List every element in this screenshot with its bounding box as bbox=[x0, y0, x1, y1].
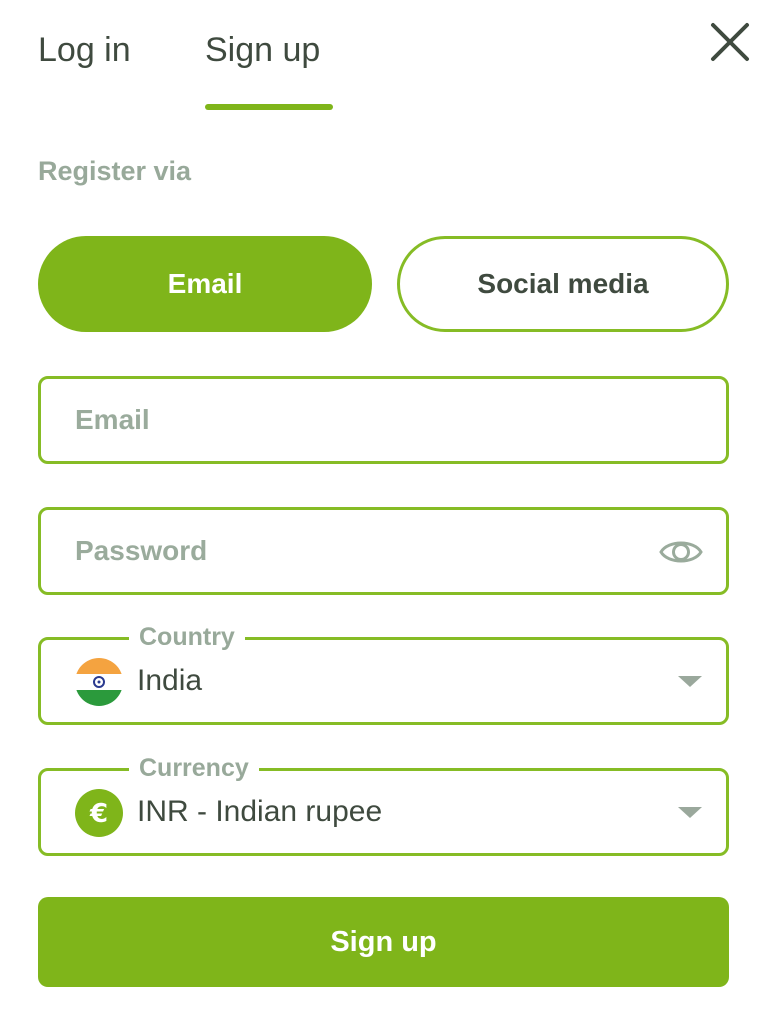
password-field-container bbox=[38, 507, 729, 595]
india-flag-icon bbox=[75, 658, 123, 706]
social-media-method-button[interactable]: Social media bbox=[397, 236, 729, 332]
svg-text:€: € bbox=[89, 799, 108, 829]
password-input[interactable] bbox=[75, 510, 646, 592]
chevron-down-icon bbox=[678, 807, 702, 818]
active-tab-indicator bbox=[205, 104, 333, 110]
email-method-button[interactable]: Email bbox=[38, 236, 372, 332]
email-input[interactable] bbox=[75, 379, 646, 461]
chevron-down-icon bbox=[678, 676, 702, 687]
register-via-label: Register via bbox=[38, 156, 192, 186]
country-value: India bbox=[137, 664, 203, 697]
currency-value: INR - Indian rupee bbox=[137, 795, 383, 828]
country-select[interactable]: Country India bbox=[38, 620, 729, 725]
tab-signup[interactable]: Sign up bbox=[205, 28, 320, 72]
close-icon bbox=[711, 23, 749, 61]
close-button[interactable] bbox=[704, 16, 756, 68]
currency-select[interactable]: Currency € INR - Indian rupee bbox=[38, 751, 729, 856]
signup-dialog: Log in Sign up Register via Email Social… bbox=[0, 0, 775, 1024]
euro-icon: € bbox=[75, 789, 123, 837]
tab-login[interactable]: Log in bbox=[38, 28, 131, 72]
email-field-container bbox=[38, 376, 729, 464]
signup-submit-button[interactable]: Sign up bbox=[38, 897, 729, 987]
eye-icon[interactable] bbox=[658, 534, 704, 570]
